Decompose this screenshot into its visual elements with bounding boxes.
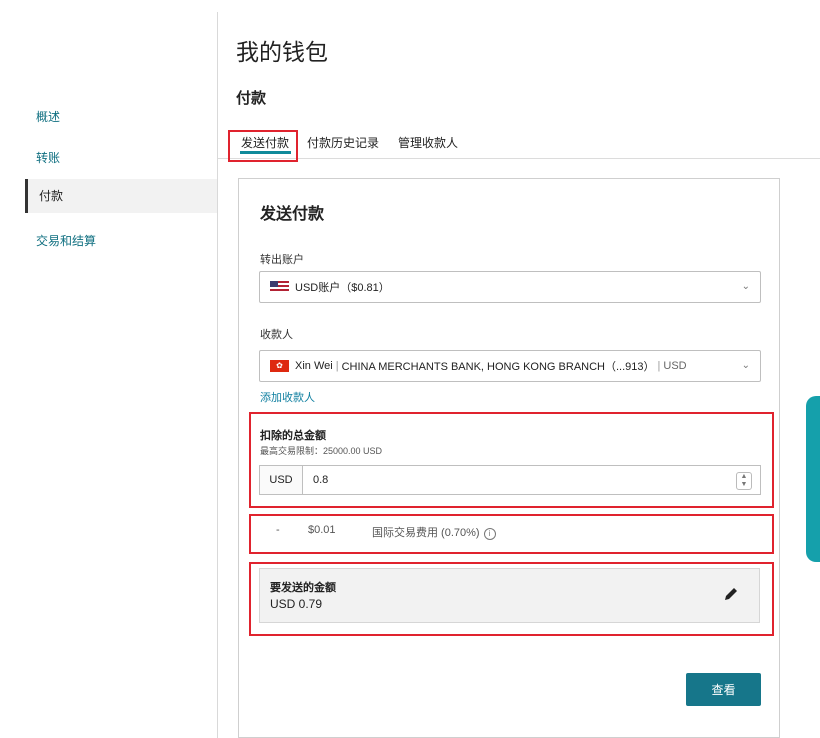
stepper-icon[interactable]: ▲ ▼ (736, 472, 752, 490)
card-title: 发送付款 (260, 206, 325, 223)
sidebar-item-transfer[interactable]: 转账 (36, 149, 60, 166)
transaction-limit-note: 最高交易限制：25000.00 USD (260, 446, 383, 456)
payee-name: Xin Wei (295, 360, 333, 372)
total-amount-input[interactable]: USD 0.8 ▲ ▼ (259, 465, 761, 495)
us-flag-icon (270, 281, 289, 293)
from-account-select[interactable]: USD账户（$0.81） ⌄ (259, 271, 761, 303)
fee-dash: - (276, 524, 280, 536)
separator-pipe: | (335, 360, 339, 372)
payee-select[interactable]: ✿ Xin Wei | CHINA MERCHANTS BANK, HONG K… (259, 350, 761, 382)
send-amount-label: 要发送的金额 (270, 582, 336, 594)
fee-label: 国际交易费用 (0.70%) (372, 527, 480, 539)
fee-label-row: 国际交易费用 (0.70%) i (372, 524, 496, 540)
payee-bank: CHINA MERCHANTS BANK, HONG KONG BRANCH（.… (341, 361, 655, 373)
view-button[interactable]: 查看 (686, 673, 761, 706)
payee-label: 收款人 (260, 329, 293, 341)
info-icon[interactable]: i (483, 528, 496, 540)
sidebar-item-payments[interactable]: 付款 (25, 179, 217, 213)
payee-currency: USD (663, 360, 687, 372)
tabs-divider (218, 158, 820, 159)
from-account-value: USD账户（$0.81） (295, 282, 390, 294)
amount-value: 0.8 (313, 474, 329, 486)
separator-pipe: | (657, 360, 661, 372)
hk-flag-icon: ✿ (270, 360, 289, 372)
from-account-label: 转出账户 (260, 254, 304, 266)
highlight-box-tab (228, 130, 298, 162)
feedback-side-tab[interactable] (806, 396, 820, 562)
fee-amount: $0.01 (308, 524, 336, 536)
chevron-down-icon: ⌄ (741, 281, 750, 292)
chevron-down-icon: ⌄ (741, 360, 750, 371)
sidebar-divider (217, 12, 218, 738)
tab-payment-history[interactable]: 付款历史记录 (307, 134, 379, 151)
sidebar-item-overview[interactable]: 概述 (36, 108, 60, 125)
send-amount-box (259, 568, 760, 623)
pencil-icon[interactable] (722, 585, 740, 603)
tab-manage-payees[interactable]: 管理收款人 (398, 134, 458, 151)
sidebar: 概述 转账 付款 交易和结算 (0, 0, 218, 738)
currency-prefix: USD (260, 466, 303, 494)
sidebar-item-transactions[interactable]: 交易和结算 (36, 232, 96, 249)
send-amount-value: USD 0.79 (270, 597, 323, 611)
add-payee-link[interactable]: 添加收款人 (260, 389, 315, 405)
section-title: 付款 (236, 90, 267, 107)
page-title: 我的钱包 (236, 39, 328, 65)
total-amount-label: 扣除的总金额 (260, 430, 326, 442)
